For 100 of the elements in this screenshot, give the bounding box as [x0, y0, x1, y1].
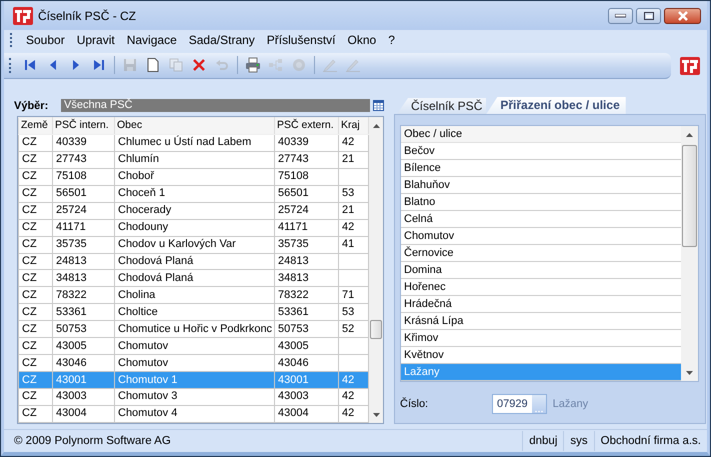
- table-cell: 56501: [56, 187, 87, 200]
- table-cell: 75108: [56, 170, 87, 182]
- table-cell: 42: [342, 136, 354, 148]
- table-cell: CZ: [22, 136, 37, 148]
- table-cell: 34813: [278, 272, 309, 284]
- minimize-button[interactable]: [608, 8, 633, 24]
- list-item[interactable]: Krásná Lípa: [401, 313, 681, 330]
- table-cell: Chodouny: [118, 221, 168, 234]
- table-cell: Chomutov 1: [118, 374, 178, 386]
- arrow-up-icon: [372, 124, 380, 128]
- table-row[interactable]: CZ 24813 Chodová Planá 24813: [18, 253, 368, 270]
- table-row[interactable]: CZ 53361 Choltice 53361 53: [18, 304, 368, 321]
- list-item[interactable]: Chomutov: [401, 228, 681, 245]
- table-cell: 75108: [278, 170, 309, 182]
- column-header[interactable]: PSČ intern.: [52, 118, 114, 134]
- menu-item[interactable]: Sada/Strany: [182, 33, 261, 47]
- list-item[interactable]: Křimov: [401, 330, 681, 347]
- menu-item[interactable]: Okno: [342, 33, 382, 47]
- column-header[interactable]: Kraj: [338, 118, 368, 134]
- list-item[interactable]: Blatno: [401, 194, 681, 211]
- logo-icon: [679, 56, 701, 76]
- table-cell: 43004: [278, 407, 309, 420]
- column-header[interactable]: Země: [18, 118, 52, 134]
- scrollbar-thumb[interactable]: [682, 145, 697, 247]
- list-item[interactable]: Černovice: [401, 245, 681, 262]
- table-cell: 53: [342, 306, 354, 318]
- table-cell: Chomutov 4: [118, 407, 178, 420]
- grid-icon[interactable]: [373, 100, 384, 111]
- table-cell: 78322: [278, 288, 309, 301]
- number-field[interactable]: 07929: [492, 394, 547, 414]
- table-row[interactable]: CZ 35735 Chodov u Karlových Var 35735 41: [18, 236, 368, 253]
- table-cell: Cholina: [118, 288, 156, 301]
- filter-field[interactable]: Všechna PSČ: [61, 99, 370, 112]
- table-cell: 43005: [278, 340, 309, 352]
- table-cell: CZ: [22, 288, 37, 301]
- table-cell: 25724: [278, 204, 309, 216]
- table-cell: 71: [342, 288, 354, 301]
- tab[interactable]: Přiřazení obec / ulice: [486, 97, 626, 114]
- table-cell: Chodov u Karlových Var: [118, 238, 236, 250]
- logo-icon: [12, 6, 34, 26]
- menu-item[interactable]: ?: [382, 33, 401, 47]
- column-header[interactable]: PSČ extern.: [274, 118, 338, 134]
- table-cell: 34813: [56, 272, 87, 284]
- table-row[interactable]: CZ 27743 Chlumín 27743 21: [18, 151, 368, 168]
- table-cell: CZ: [22, 221, 37, 234]
- table-cell: Choltice: [118, 306, 158, 318]
- table-row[interactable]: CZ 25724 Chocerady 25724 21: [18, 202, 368, 220]
- table-cell: 43004: [56, 407, 87, 420]
- table-cell: 43046: [278, 356, 309, 369]
- table-cell: Choceň 1: [118, 187, 166, 200]
- list-item[interactable]: Hrádečná: [401, 296, 681, 313]
- arrow-down-icon: [686, 370, 693, 374]
- table-cell: 27743: [278, 153, 309, 166]
- table-row[interactable]: CZ 41171 Chodouny 41171 42: [18, 219, 368, 236]
- list-item[interactable]: Blahuňov: [401, 177, 681, 194]
- menu-item[interactable]: Soubor: [20, 33, 71, 47]
- menu-item[interactable]: Navigace: [120, 33, 183, 47]
- database-name: sys: [563, 431, 594, 451]
- table-cell: CZ: [22, 153, 37, 166]
- table-cell: 25724: [56, 204, 87, 216]
- printer-icon[interactable]: [243, 55, 263, 75]
- table-cell: CZ: [22, 306, 37, 318]
- column-header[interactable]: Obec: [114, 118, 274, 134]
- menu-item[interactable]: Upravit: [70, 33, 121, 47]
- table-row[interactable]: CZ 34813 Chodová Planá 34813: [18, 270, 368, 287]
- list-item[interactable]: Hořenec: [401, 279, 681, 296]
- table-cell: Chomutice u Hořic v Podkrkonc: [118, 322, 272, 335]
- list-item[interactable]: Bílence: [401, 160, 681, 177]
- table-cell: Chomutov 3: [118, 390, 178, 402]
- table-cell: Chocerady: [118, 204, 172, 216]
- table-cell: 27743: [56, 153, 87, 166]
- table-cell: 56501: [278, 187, 309, 200]
- menu-item[interactable]: Příslušenství: [260, 33, 342, 47]
- table-row[interactable]: CZ 40339 Chlumec u Ústí nad Labem 40339 42: [18, 134, 368, 152]
- list-item[interactable]: Domina: [401, 262, 681, 279]
- table-row[interactable]: CZ 43004 Chomutov 4 43004 42: [18, 405, 368, 422]
- scrollbar-thumb[interactable]: [370, 320, 382, 339]
- table-row[interactable]: CZ 43005 Chomutov 43005: [18, 338, 368, 355]
- table-row[interactable]: CZ 43003 Chomutov 3 43003 42: [18, 388, 368, 406]
- table-cell: 50753: [56, 322, 87, 335]
- filter-label: Výběr:: [14, 100, 50, 112]
- table-cell: Chodová Planá: [118, 272, 194, 284]
- table-cell: 21: [342, 204, 354, 216]
- list-item[interactable]: Celná: [401, 211, 681, 228]
- close-button[interactable]: [664, 8, 701, 24]
- table-cell: CZ: [22, 238, 37, 250]
- table-row[interactable]: CZ 78322 Cholina 78322 71: [18, 286, 368, 304]
- table-cell: 53361: [278, 306, 309, 318]
- tab[interactable]: Číselník PSČ: [397, 98, 486, 114]
- maximize-button[interactable]: [636, 8, 661, 24]
- table-cell: Chodová Planá: [118, 254, 194, 267]
- table-row[interactable]: CZ 50753 Chomutice u Hořic v Podkrkonc 50753 52: [18, 320, 368, 338]
- table-cell: CZ: [22, 356, 37, 369]
- table-cell: 43003: [278, 390, 309, 402]
- table-row[interactable]: CZ 75108 Choboř 75108: [18, 168, 368, 186]
- list-item[interactable]: Bečov: [401, 143, 681, 160]
- table-cell: 42: [342, 374, 354, 386]
- municipality-name: Lažany: [552, 398, 588, 410]
- table-row[interactable]: CZ 56501 Choceň 1 56501 53: [18, 185, 368, 202]
- table-cell: 42: [342, 221, 354, 234]
